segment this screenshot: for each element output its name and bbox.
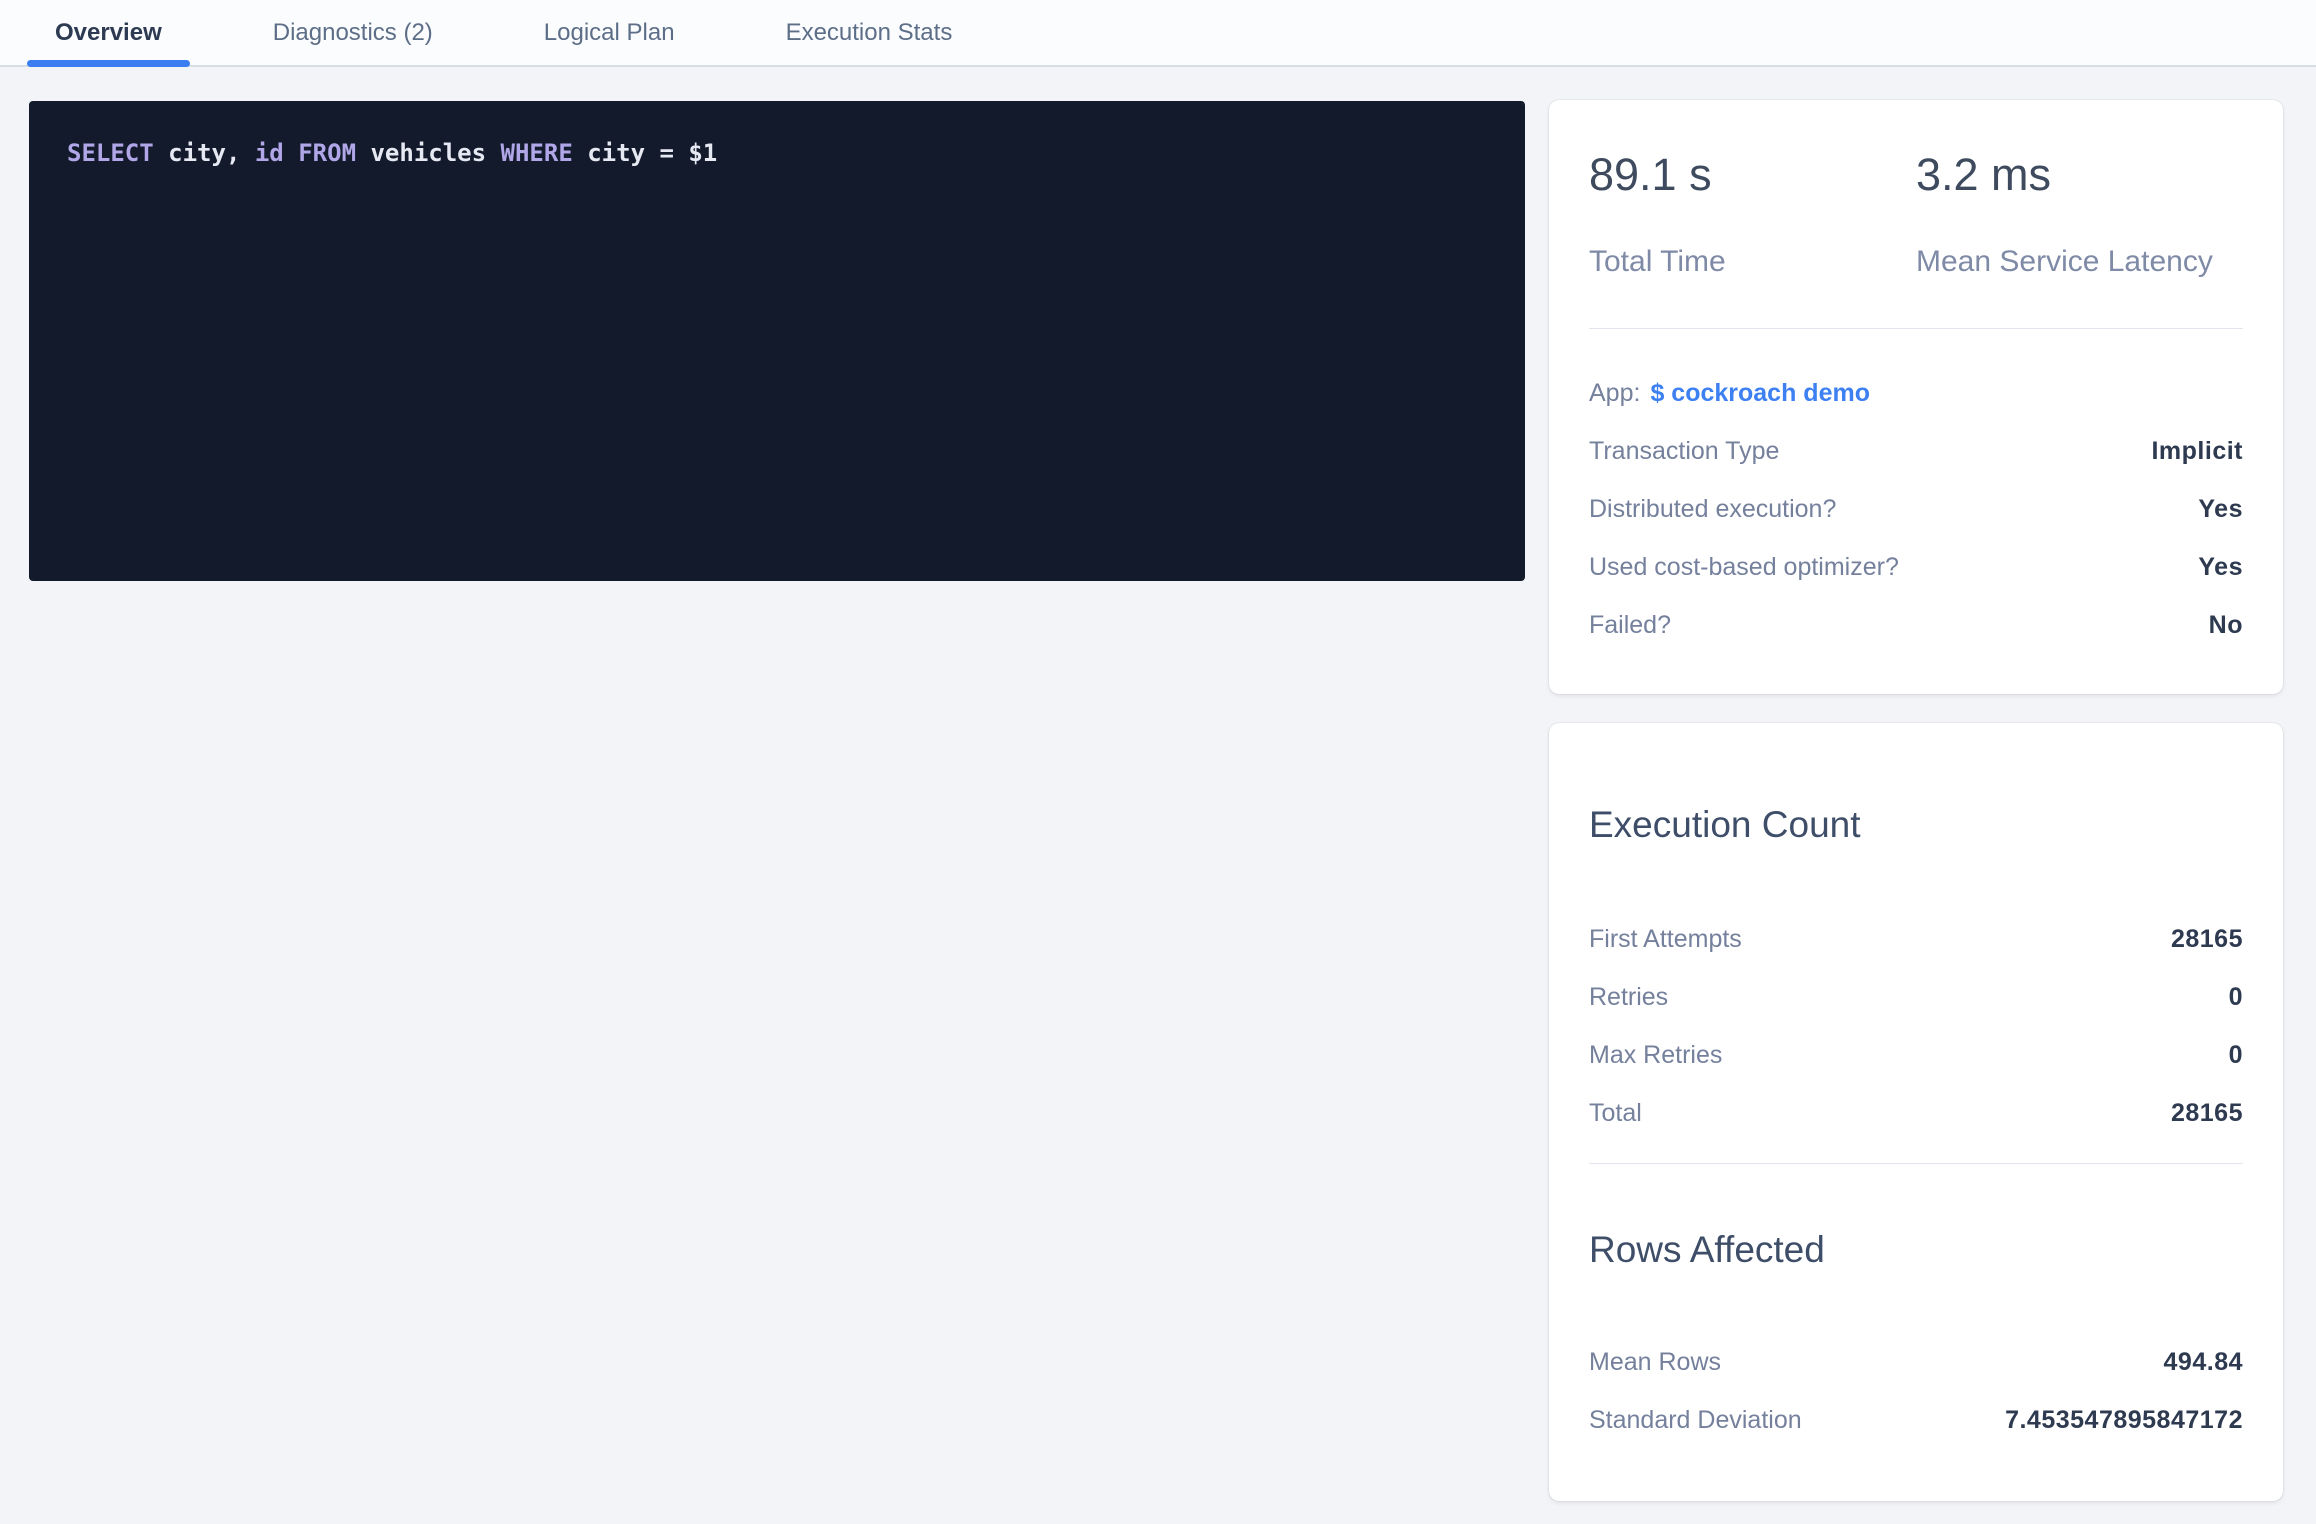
app-label: App: [1589,379,1640,407]
tab-overview[interactable]: Overview [27,0,190,65]
sql-token: id [255,139,284,167]
sql-token [284,139,298,167]
transaction-type-value: Implicit [2151,433,2243,469]
distributed-execution-value: Yes [2198,491,2243,527]
sql-token: WHERE [501,139,573,167]
standard-deviation-value: 7.453547895847172 [2005,1402,2243,1438]
sql-token: city, [154,139,255,167]
tab-overview-label: Overview [55,19,162,47]
execution-card: Execution Count First Attempts 28165 Ret… [1549,723,2283,1501]
summary-divider [1589,328,2243,329]
first-attempts-label: First Attempts [1589,921,1742,957]
max-retries-row: Max Retries 0 [1589,1037,2243,1073]
failed-value: No [2209,607,2243,643]
total-time-label: Total Time [1589,244,1916,280]
retries-label: Retries [1589,979,1668,1015]
distributed-execution-row: Distributed execution? Yes [1589,491,2243,527]
execution-card-divider [1589,1163,2243,1164]
tab-logical-plan-label: Logical Plan [544,19,675,47]
sql-token: vehicles [356,139,501,167]
mean-service-latency-label: Mean Service Latency [1916,244,2243,280]
sql-token: FROM [298,139,356,167]
failed-row: Failed? No [1589,607,2243,643]
tab-diagnostics-label: Diagnostics (2) [273,19,433,47]
sql-statement-box: SELECT city, id FROM vehicles WHERE city… [29,101,1525,581]
tab-execution-stats[interactable]: Execution Stats [758,0,981,65]
total-row: Total 28165 [1589,1095,2243,1131]
retries-row: Retries 0 [1589,979,2243,1015]
standard-deviation-label: Standard Deviation [1589,1402,1802,1438]
sql-token: city = $1 [573,139,718,167]
big-stats: 89.1 s Total Time 3.2 ms Mean Service La… [1589,100,2243,280]
mean-service-latency-stat: 3.2 ms Mean Service Latency [1916,150,2243,280]
retries-value: 0 [2229,979,2243,1015]
tab-logical-plan[interactable]: Logical Plan [516,0,703,65]
statement-details-page: Overview Diagnostics (2) Logical Plan Ex… [0,0,2316,1524]
transaction-type-label: Transaction Type [1589,433,1779,469]
rows-affected-title: Rows Affected [1589,1228,2243,1272]
mean-rows-value: 494.84 [2164,1344,2243,1380]
total-label: Total [1589,1095,1642,1131]
cost-based-optimizer-row: Used cost-based optimizer? Yes [1589,549,2243,585]
execution-count-title: Execution Count [1589,723,2243,847]
first-attempts-row: First Attempts 28165 [1589,921,2243,957]
tab-execution-stats-label: Execution Stats [786,19,953,47]
app-row-inline: App: $ cockroach demo [1589,375,1870,411]
total-value: 28165 [2171,1095,2243,1131]
total-time-value: 89.1 s [1589,150,1916,200]
summary-rows: App: $ cockroach demo Transaction Type Im… [1589,375,2243,643]
max-retries-label: Max Retries [1589,1037,1722,1073]
rows-affected-rows: Mean Rows 494.84 Standard Deviation 7.45… [1589,1344,2243,1438]
transaction-type-row: Transaction Type Implicit [1589,433,2243,469]
sql-token: SELECT [67,139,154,167]
app-link[interactable]: $ cockroach demo [1650,379,1870,407]
failed-label: Failed? [1589,607,1671,643]
app-row: App: $ cockroach demo [1589,375,2243,411]
mean-service-latency-value: 3.2 ms [1916,150,2243,200]
cost-based-optimizer-label: Used cost-based optimizer? [1589,549,1899,585]
sql-statement-text: SELECT city, id FROM vehicles WHERE city… [67,137,1487,169]
standard-deviation-row: Standard Deviation 7.453547895847172 [1589,1402,2243,1438]
max-retries-value: 0 [2229,1037,2243,1073]
summary-card: 89.1 s Total Time 3.2 ms Mean Service La… [1549,100,2283,694]
cost-based-optimizer-value: Yes [2198,549,2243,585]
total-time-stat: 89.1 s Total Time [1589,150,1916,280]
distributed-execution-label: Distributed execution? [1589,491,1836,527]
execution-count-rows: First Attempts 28165 Retries 0 Max Retri… [1589,921,2243,1131]
tab-diagnostics[interactable]: Diagnostics (2) [245,0,461,65]
mean-rows-row: Mean Rows 494.84 [1589,1344,2243,1380]
mean-rows-label: Mean Rows [1589,1344,1721,1380]
tab-bar: Overview Diagnostics (2) Logical Plan Ex… [0,0,2316,67]
first-attempts-value: 28165 [2171,921,2243,957]
